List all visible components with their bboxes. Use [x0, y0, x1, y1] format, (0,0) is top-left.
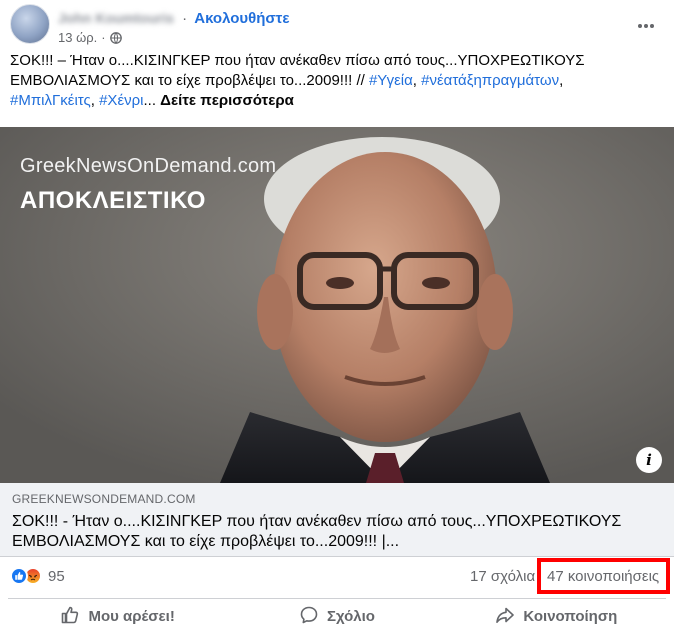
globe-icon [109, 31, 122, 44]
post-stats: 95 17 σχόλια 47 κοινοποιήσεις [0, 557, 674, 597]
portrait-photo [0, 127, 674, 483]
link-title[interactable]: ΣΟΚ!!! - Ήταν ο....ΚΙΣΙΝΓΚΕΡ που ήταν αν… [12, 512, 658, 552]
author-name[interactable]: John Koumtouris [58, 10, 174, 26]
post-time[interactable]: 13 ώρ. [58, 30, 97, 45]
author-line: John Koumtouris · Ακολουθήστε [58, 10, 290, 27]
image-headline: ΑΠΟΚΛΕΙΣΤΙΚΟ [20, 187, 206, 214]
comments-count[interactable]: 17 σχόλια [470, 568, 535, 585]
comment-button[interactable]: Σχόλιο [227, 599, 446, 630]
link-preview-meta[interactable]: GREEKNEWSONDEMAND.COM ΣΟΚ!!! - Ήταν ο...… [0, 483, 674, 557]
link-preview-image[interactable]: GreekNewsOnDemand.com ΑΠΟΚΛΕΙΣΤΙΚΟ i [0, 127, 674, 483]
facebook-post: John Koumtouris · Ακολουθήστε 13 ώρ. · Σ… [0, 0, 674, 632]
tag-separator: , [559, 72, 564, 89]
separator-dot: · [101, 30, 106, 45]
thumbs-up-icon [60, 605, 80, 629]
like-label: Μου αρέσει! [88, 608, 175, 625]
info-icon[interactable]: i [636, 447, 662, 473]
speech-bubble-icon [299, 605, 319, 629]
hashtag-link[interactable]: #νέατάξηπραγμάτων [421, 72, 559, 89]
share-button[interactable]: Κοινοποίηση [447, 599, 666, 630]
share-label: Κοινοποίηση [523, 608, 618, 625]
share-arrow-icon [495, 605, 515, 629]
post-header: John Koumtouris · Ακολουθήστε 13 ώρ. · [8, 4, 666, 48]
like-reaction-icon [10, 567, 28, 585]
tag-separator: , [90, 92, 100, 109]
post-caption: ΣΟΚ!!! – Ήταν ο....ΚΙΣΙΝΓΚΕΡ που ήταν αν… [10, 51, 662, 111]
hashtag-link[interactable]: #Χένρι [99, 92, 143, 109]
reactions-summary[interactable]: 95 [10, 567, 65, 585]
more-options-icon[interactable] [632, 12, 660, 40]
tag-separator: , [412, 72, 422, 89]
hashtag-link[interactable]: #ΜπιλΓκέιτς [10, 92, 91, 109]
comment-label: Σχόλιο [327, 608, 375, 625]
hashtag-link[interactable]: #Υγεία [369, 72, 413, 89]
see-more-link[interactable]: Δείτε περισσότερα [160, 92, 294, 109]
shares-count[interactable]: 47 κοινοποιήσεις [547, 568, 659, 585]
caption-ellipsis: ... [143, 92, 161, 109]
like-button[interactable]: Μου αρέσει! [8, 599, 227, 630]
reactions-count: 95 [48, 567, 65, 585]
follow-link[interactable]: Ακολουθήστε [194, 10, 289, 27]
avatar[interactable] [10, 4, 50, 44]
post-meta: 13 ώρ. · [58, 30, 122, 45]
link-domain: GREEKNEWSONDEMAND.COM [12, 492, 196, 506]
separator-dot: · [182, 10, 188, 27]
image-watermark: GreekNewsOnDemand.com [20, 155, 277, 177]
post-actions: Μου αρέσει! Σχόλιο Κοινοποίηση [8, 598, 666, 630]
